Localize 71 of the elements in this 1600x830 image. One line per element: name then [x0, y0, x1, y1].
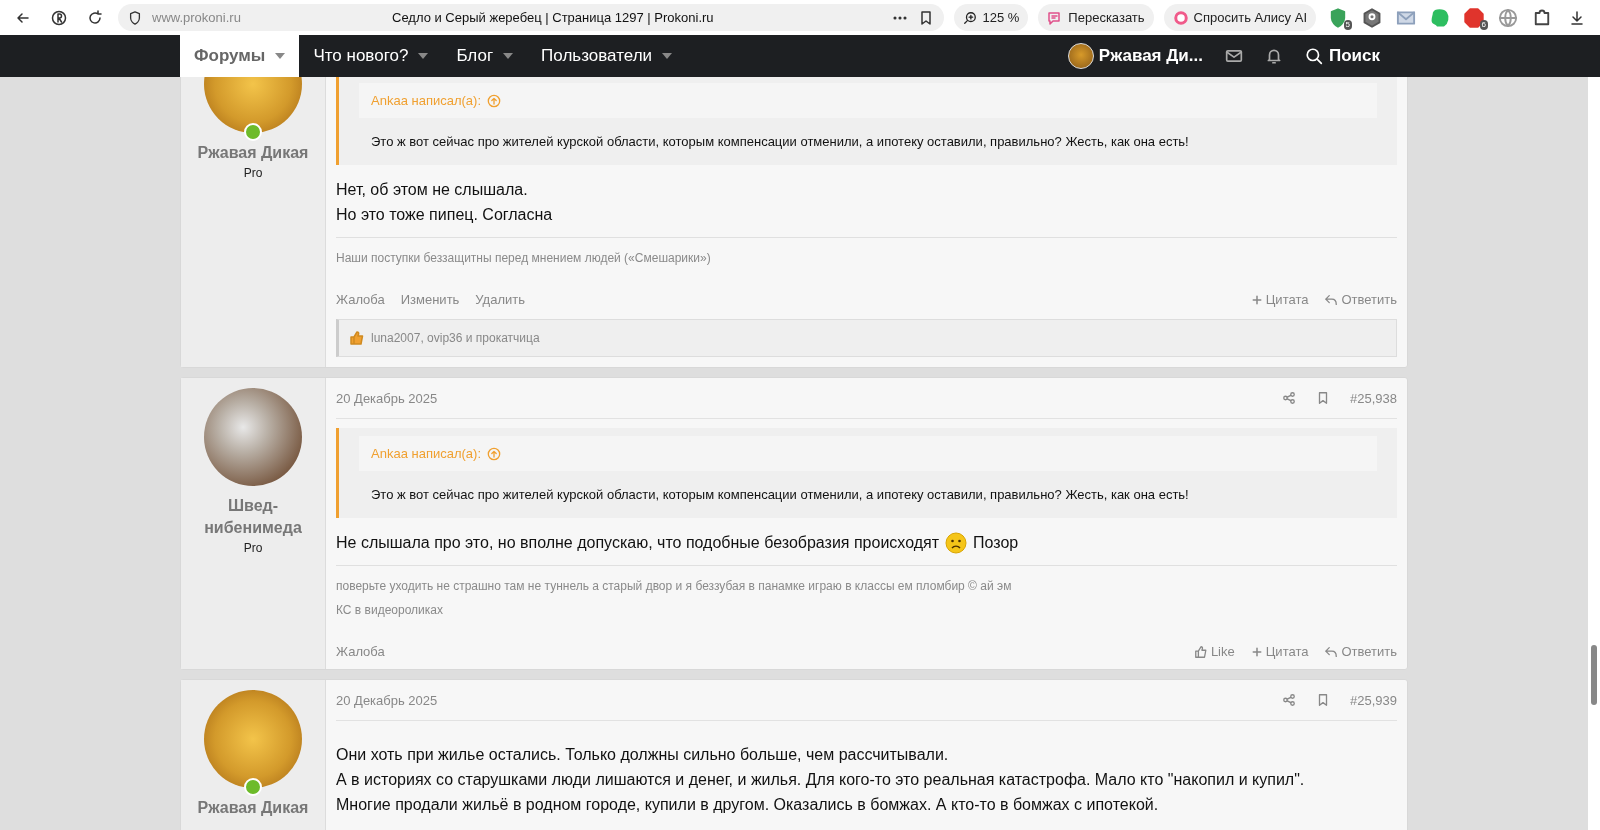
post-text: Многие продали жильё в родном городе, купили в другом. Оказались в бомжах. А кто-то в бомжах с ипотекой.: [336, 795, 1159, 815]
ask-ai-button[interactable]: Спросить Алису AI: [1163, 4, 1316, 31]
nav-tab[interactable]: Что нового?: [299, 35, 443, 77]
extension-badge: 5: [1343, 19, 1352, 30]
share-icon[interactable]: [1282, 391, 1296, 405]
post-text: Позор: [973, 533, 1019, 553]
reply-arrow-icon: [1324, 292, 1339, 307]
caret-icon: [418, 53, 429, 59]
post-action-link[interactable]: Изменить: [400, 292, 460, 307]
quote-author[interactable]: Ankaa написал(а):: [371, 93, 481, 108]
signature-text: КС в видеороликах: [336, 602, 444, 619]
nav-tab[interactable]: Форумы: [180, 35, 300, 77]
username[interactable]: Ржавая Дикая: [197, 797, 309, 819]
plus-icon: [1250, 293, 1263, 306]
ring-icon: [1172, 9, 1189, 26]
reply-link[interactable]: Ответить: [1324, 644, 1397, 659]
reply-link[interactable]: Ответить: [1324, 292, 1397, 307]
post-number[interactable]: #25,938: [1350, 390, 1397, 406]
reload-icon[interactable]: [87, 9, 103, 26]
hexagon-extension-icon[interactable]: [1362, 7, 1382, 28]
user-title: Pro: [243, 541, 263, 555]
globe-extension-icon[interactable]: [1498, 7, 1518, 28]
post-action-link[interactable]: Жалоба: [336, 644, 385, 659]
zoom-button[interactable]: 125 %: [954, 4, 1029, 31]
caret-icon: [503, 53, 514, 59]
download-icon[interactable]: [1569, 9, 1585, 26]
likes-text[interactable]: luna2007, ovip36 и прокатчица: [371, 331, 540, 345]
post-text: Но это тоже пипец. Согласна: [336, 205, 553, 225]
quote-text: Это ж вот сейчас про жителей курской области, которым компенсации отменили, а ипотеку оставили, правильно? Жесть, как она есть!: [370, 133, 1190, 151]
frown-emoji-icon: [945, 531, 968, 554]
signature-text: Наши поступки беззащитны перед мнением людей («Смешарики»): [336, 250, 712, 267]
shield-extension-icon[interactable]: [1328, 7, 1348, 28]
signature-text: поверьте уходить не страшно там не туннель а старый двор и я беззубая в панамке играю в классы ем пломбир © ай эм: [336, 578, 1013, 595]
share-icon[interactable]: [1282, 693, 1296, 707]
post-text: Не слышала про это, но вполне допускаю, что подобные безобразия происходят: [336, 533, 940, 553]
post-number[interactable]: #25,939: [1350, 692, 1397, 708]
search-button[interactable]: Поиск: [1304, 46, 1380, 66]
post-date[interactable]: 20 Декабрь 2025: [336, 692, 438, 708]
post-action-link[interactable]: Жалоба: [336, 292, 385, 307]
user-menu[interactable]: Ржавая Ди...: [1067, 43, 1203, 69]
reply-arrow-icon: [1324, 644, 1339, 659]
thumbs-up-icon: [349, 330, 365, 346]
user-title: Pro: [243, 166, 263, 180]
mail-icon[interactable]: [1224, 47, 1243, 65]
post-text: Они хоть при жилье остались. Только должны сильно больше, чем рассчитывали.: [336, 745, 949, 765]
quote-text: Это ж вот сейчас про жителей курской области, которым компенсации отменили, а ипотеку оставили, правильно? Жесть, как она есть!: [370, 486, 1190, 504]
stop-sign-extension-icon[interactable]: [1464, 7, 1484, 28]
quote-author[interactable]: Ankaa написал(а):: [371, 446, 481, 461]
username[interactable]: Ржавая Дикая: [197, 142, 309, 164]
address-text[interactable]: www.prokoni.ru: [152, 10, 382, 25]
quote-link[interactable]: Цитата: [1250, 292, 1309, 307]
post-date[interactable]: 20 Декабрь 2025: [336, 390, 438, 406]
plus-icon: [1250, 645, 1263, 658]
avatar-icon: [1067, 43, 1094, 69]
nav-tab[interactable]: Блог: [442, 35, 528, 77]
shield-icon: [128, 10, 142, 25]
search-icon: [1304, 47, 1323, 65]
retell-button[interactable]: Пересказать: [1038, 4, 1154, 31]
thumbs-up-icon: [1193, 644, 1208, 659]
username[interactable]: Швед-нибенимеда: [186, 495, 320, 539]
like-link[interactable]: Like: [1193, 644, 1235, 659]
quote-link[interactable]: Цитата: [1250, 644, 1309, 659]
zoom-in-icon: [963, 10, 978, 25]
caret-icon: [275, 53, 286, 59]
post-action-link[interactable]: Удалить: [475, 292, 525, 307]
caret-icon: [662, 53, 673, 59]
page-title: Седло и Серый жеребец | Страница 1297 | Prokoni.ru: [392, 10, 715, 25]
nav-tab[interactable]: Пользователи: [527, 35, 687, 77]
post-text: Нет, об этом не слышала.: [336, 180, 528, 200]
extension-badge: 6: [1479, 19, 1488, 30]
post-text: А в историях со старушками люди лишаются и денег, и жилья. Для кого-то это реальная катастрофа. Мало кто "накопил и купил".: [336, 770, 1305, 790]
